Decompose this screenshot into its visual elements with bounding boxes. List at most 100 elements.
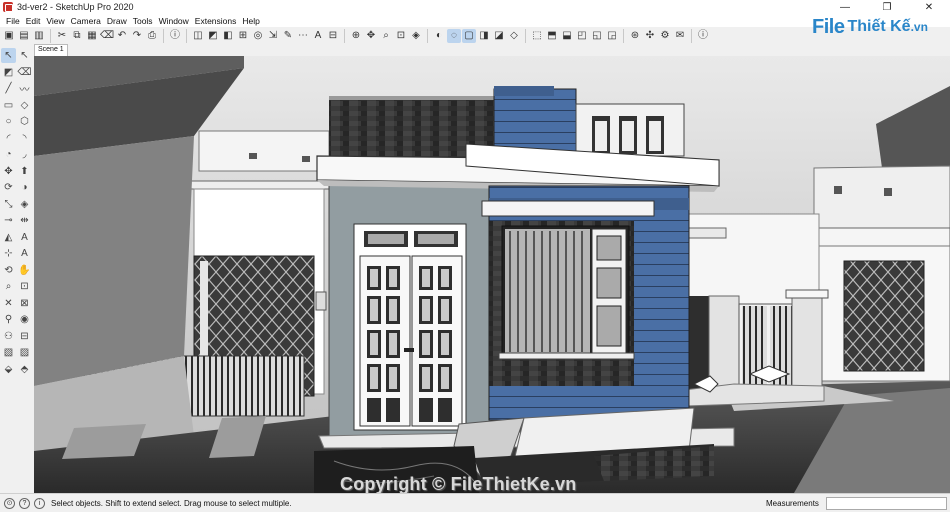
position-camera-icon[interactable]: ⚲ <box>1 312 16 327</box>
previous-view-icon[interactable]: ⊠ <box>17 296 32 311</box>
orbit-icon[interactable]: ⊕ <box>349 29 363 43</box>
geo-location-icon[interactable]: ⊙ <box>4 497 15 509</box>
axes-icon[interactable]: ⊹ <box>1 246 16 261</box>
info-icon[interactable]: ⓘ <box>696 29 710 43</box>
move-icon[interactable]: ✥ <box>1 164 16 179</box>
menu-help[interactable]: Help <box>239 16 262 26</box>
rectangle-icon[interactable]: ▭ <box>1 98 16 113</box>
front-view-icon[interactable]: ⬓ <box>560 29 574 43</box>
menu-extensions[interactable]: Extensions <box>192 16 240 26</box>
3d-viewport[interactable] <box>34 56 950 493</box>
cut-icon[interactable]: ✂ <box>55 29 69 43</box>
xray-icon[interactable]: ◐ <box>432 29 446 43</box>
text-icon[interactable]: A <box>17 230 32 245</box>
paint-icon[interactable]: ◩ <box>206 29 220 43</box>
scale-icon[interactable]: ⤡ <box>1 197 16 212</box>
sandbox-alt-icon[interactable]: ▨ <box>17 345 32 360</box>
wireframe-icon[interactable]: ◌ <box>447 29 461 43</box>
menu-tools[interactable]: Tools <box>130 16 156 26</box>
zoom-window-icon[interactable]: ⊡ <box>17 279 32 294</box>
rotated-rectangle-icon[interactable]: ◇ <box>17 98 32 113</box>
copy-icon[interactable]: ⧉ <box>70 29 84 43</box>
3d-text-icon[interactable]: A <box>17 246 32 261</box>
push-pull-icon[interactable]: ⬆ <box>17 164 32 179</box>
send-icon[interactable]: ✉ <box>673 29 687 43</box>
section-icon[interactable]: ⊟ <box>326 29 340 43</box>
freehand-icon[interactable]: 〰 <box>17 81 32 96</box>
text-icon[interactable]: A <box>311 29 325 43</box>
redo-icon[interactable]: ↷ <box>130 29 144 43</box>
scale-icon[interactable]: ⇲ <box>266 29 280 43</box>
print-icon[interactable]: ⎙ <box>145 29 159 43</box>
styles-icon[interactable]: ◈ <box>409 29 423 43</box>
credits-icon[interactable]: i <box>34 497 45 509</box>
orbit-icon[interactable]: ⟲ <box>1 263 16 278</box>
eraser-icon[interactable]: ⌫ <box>17 65 32 80</box>
zoom-extents-icon[interactable]: ✕ <box>1 296 16 311</box>
arc-icon[interactable]: ◜ <box>1 131 16 146</box>
pan-icon[interactable]: ✥ <box>364 29 378 43</box>
zoom-icon[interactable]: ⌕ <box>1 279 16 294</box>
menu-edit[interactable]: Edit <box>23 16 44 26</box>
walk-icon[interactable]: ⚇ <box>1 329 16 344</box>
new-icon[interactable]: ▣ <box>2 29 16 43</box>
warehouse-icon[interactable]: ⊛ <box>628 29 642 43</box>
undo-icon[interactable]: ↶ <box>115 29 129 43</box>
monochrome-icon[interactable]: ◇ <box>507 29 521 43</box>
section-plane-icon[interactable]: ⊟ <box>17 329 32 344</box>
zoom-icon[interactable]: ⌕ <box>379 29 393 43</box>
textured-icon[interactable]: ◪ <box>492 29 506 43</box>
push-pull-icon[interactable]: ◧ <box>221 29 235 43</box>
open-icon[interactable]: ▤ <box>17 29 31 43</box>
tape-icon[interactable]: ✎ <box>281 29 295 43</box>
sandbox-icon[interactable]: ▧ <box>1 345 16 360</box>
model-info-icon[interactable]: ⓘ <box>168 29 182 43</box>
shaded-icon[interactable]: ◨ <box>477 29 491 43</box>
dimension-icon[interactable]: ⇹ <box>17 213 32 228</box>
menu-file[interactable]: File <box>3 16 23 26</box>
extension-icon[interactable]: ✣ <box>643 29 657 43</box>
hidden-line-icon[interactable]: ▢ <box>462 29 476 43</box>
circle-icon[interactable]: ○ <box>1 114 16 129</box>
select-arrow-alt-icon[interactable]: ↖ <box>17 48 32 63</box>
protractor-icon[interactable]: ◭ <box>1 230 16 245</box>
front-fence-right <box>683 289 829 407</box>
menu-window[interactable]: Window <box>156 16 192 26</box>
look-around-icon[interactable]: ◉ <box>17 312 32 327</box>
menu-camera[interactable]: Camera <box>68 16 104 26</box>
erase-icon[interactable]: ⌫ <box>100 29 114 43</box>
measurements-input[interactable] <box>826 497 947 510</box>
move-icon[interactable]: ⊞ <box>236 29 250 43</box>
polygon-icon[interactable]: ⬡ <box>17 114 32 129</box>
paste-icon[interactable]: ▦ <box>85 29 99 43</box>
rotate-icon[interactable]: ◎ <box>251 29 265 43</box>
dynamic-component-alt-icon[interactable]: ⬘ <box>17 362 32 377</box>
menu-draw[interactable]: Draw <box>104 16 130 26</box>
pan-icon[interactable]: ✋ <box>17 263 32 278</box>
house-model-render <box>34 56 950 493</box>
save-icon[interactable]: ▥ <box>32 29 46 43</box>
zoom-extents-icon[interactable]: ⊡ <box>394 29 408 43</box>
iso-view-icon[interactable]: ⬚ <box>530 29 544 43</box>
pie-icon[interactable]: ◔ <box>1 147 16 162</box>
scene-tab[interactable]: Scene 1 <box>34 44 68 56</box>
help-icon[interactable]: ? <box>19 497 30 509</box>
two-point-arc-icon[interactable]: ◝ <box>17 131 32 146</box>
tape-measure-icon[interactable]: ⊸ <box>1 213 16 228</box>
offset-icon[interactable]: ◈ <box>17 197 32 212</box>
line-icon[interactable]: ╱ <box>1 81 16 96</box>
dynamic-component-icon[interactable]: ⬙ <box>1 362 16 377</box>
layout-icon[interactable]: ⚙ <box>658 29 672 43</box>
rotate-icon[interactable]: ⟳ <box>1 180 16 195</box>
dimension-icon[interactable]: ⋯ <box>296 29 310 43</box>
menu-view[interactable]: View <box>43 16 67 26</box>
select-icon[interactable]: ◫ <box>191 29 205 43</box>
select-arrow-icon[interactable]: ↖ <box>1 48 16 63</box>
back-view-icon[interactable]: ◱ <box>590 29 604 43</box>
top-view-icon[interactable]: ⬒ <box>545 29 559 43</box>
three-point-arc-icon[interactable]: ◞ <box>17 147 32 162</box>
left-view-icon[interactable]: ◲ <box>605 29 619 43</box>
right-view-icon[interactable]: ◰ <box>575 29 589 43</box>
follow-me-icon[interactable]: ◑ <box>17 180 32 195</box>
paint-bucket-icon[interactable]: ◩ <box>1 65 16 80</box>
